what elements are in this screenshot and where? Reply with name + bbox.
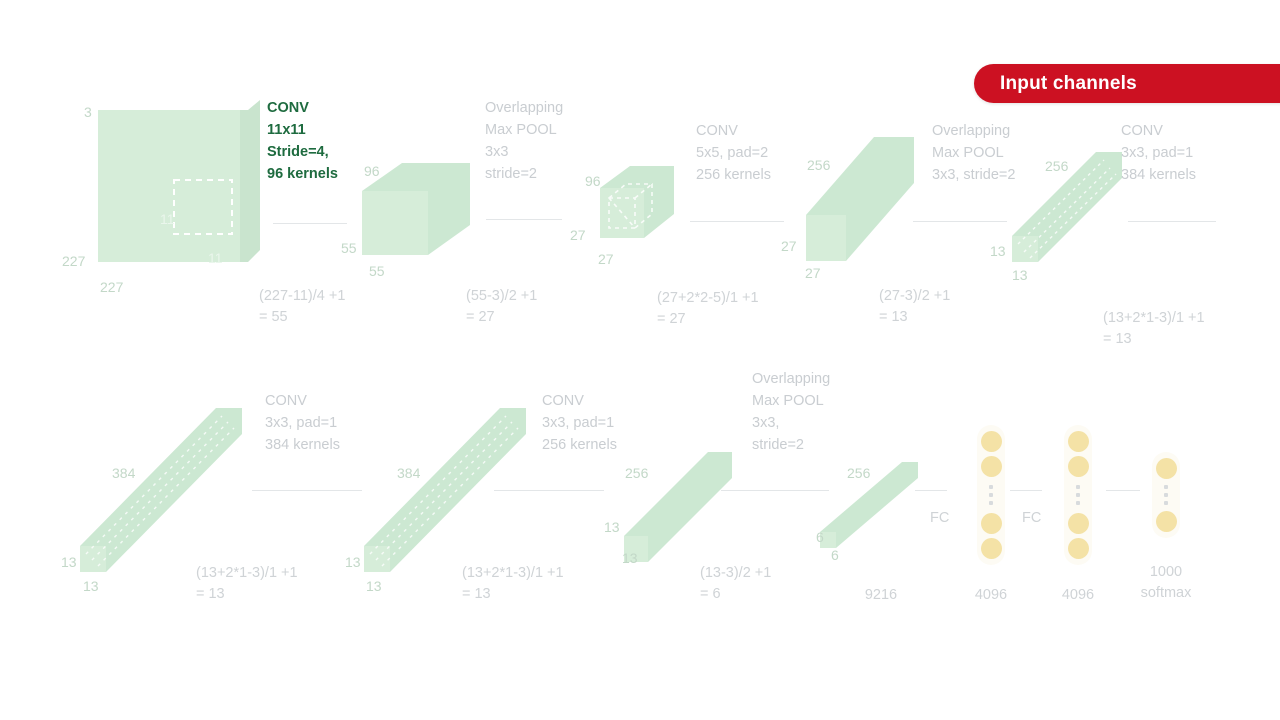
label-fc-4096-a: 4096 — [974, 587, 1008, 603]
dim-pool1-left: 27 — [570, 227, 586, 243]
dim-input-left: 227 — [62, 253, 86, 269]
fc-neuron-dot — [980, 538, 1002, 559]
fc-neuron-dot — [1067, 538, 1089, 559]
formula-conv1: (227-11)/4 +1 = 55 — [259, 288, 346, 325]
dim-conv5-depth: 256 — [625, 465, 649, 481]
op-conv1-label: CONV 11x11 Stride=4, 96 kernels — [267, 100, 338, 182]
label-fc-4096-b: 4096 — [1061, 587, 1095, 603]
dim-conv2-depth: 256 — [807, 157, 831, 173]
fc-neuron-dot — [1067, 513, 1089, 534]
formula-conv4: (13+2*1-3)/1 +1 = 13 — [196, 565, 298, 602]
op-maxpool2-label: Overlapping Max POOL 3x3, stride=2 — [932, 123, 1016, 183]
dim-pool1-depth: 96 — [585, 173, 601, 189]
fc-layer-1000-softmax[interactable] — [1152, 452, 1180, 538]
dim-conv3-left: 13 — [61, 554, 77, 570]
vertical-ellipsis-icon — [1076, 481, 1080, 509]
fc2-connector-label: FC — [1022, 510, 1042, 526]
dim-conv5-left: 13 — [604, 519, 620, 535]
formula-maxpool1: (55-3)/2 +1 = 27 — [466, 288, 538, 325]
dim-input-bottom: 227 — [100, 279, 124, 295]
dim-conv4-bottom: 13 — [366, 578, 382, 594]
dim-conv2-bottom: 27 — [805, 265, 821, 281]
dim-conv5-bottom: 13 — [622, 550, 638, 566]
dim-conv4-depth: 384 — [397, 465, 421, 481]
formula-maxpool3: (13-3)/2 +1 = 6 — [700, 565, 772, 602]
diagram-canvas: Input channels 3 227 227 11 11 CONV 11x1… — [0, 0, 1280, 720]
connector-8 — [721, 490, 829, 491]
connector-5 — [1128, 221, 1216, 222]
block-pool1-output — [600, 166, 674, 238]
block-conv4-output — [364, 408, 526, 572]
op-conv4-label: CONV 3x3, pad=1 384 kernels — [265, 393, 340, 453]
input-channels-banner[interactable]: Input channels — [974, 64, 1280, 103]
fc-layer-4096-b[interactable] — [1064, 425, 1092, 565]
dim-pool2-left: 13 — [990, 243, 1006, 259]
fc-neuron-dot — [980, 456, 1002, 477]
dim-input-depth: 3 — [84, 104, 92, 120]
formula-conv5: (13+2*1-3)/1 +1 = 13 — [462, 565, 564, 602]
fc-neuron-dot — [1155, 511, 1177, 532]
label-flatten-9216: 9216 — [864, 587, 898, 603]
vertical-ellipsis-icon — [1164, 481, 1168, 509]
dim-conv3-depth: 384 — [112, 465, 136, 481]
dim-conv3-bottom: 13 — [83, 578, 99, 594]
dim-conv1-left: 55 — [341, 240, 357, 256]
block-pool3-output — [820, 462, 918, 548]
dim-conv1-depth: 96 — [364, 163, 380, 179]
connector-fc3 — [1106, 490, 1140, 491]
connector-fc1 — [915, 490, 947, 491]
vertical-ellipsis-icon — [989, 481, 993, 509]
connector-3 — [690, 221, 784, 222]
fc-neuron-dot — [980, 431, 1002, 452]
op-conv5-label: CONV 3x3, pad=1 256 kernels — [542, 393, 617, 453]
connector-7 — [494, 490, 604, 491]
fc-layer-4096-a[interactable] — [977, 425, 1005, 565]
connector-fc2 — [1010, 490, 1042, 491]
connector-2 — [486, 219, 562, 220]
fc-neuron-dot — [1067, 431, 1089, 452]
dim-conv4-left: 13 — [345, 554, 361, 570]
connector-6 — [252, 490, 362, 491]
dim-pool2-depth: 256 — [1045, 158, 1069, 174]
dim-pool3-left: 6 — [816, 529, 824, 545]
dim-pool3-depth: 256 — [847, 465, 871, 481]
dim-conv2-left: 27 — [781, 238, 797, 254]
op-conv3-label: CONV 3x3, pad=1 384 kernels — [1121, 123, 1196, 183]
formula-maxpool2: (27-3)/2 +1 = 13 — [879, 288, 951, 325]
dim-conv1-bottom: 55 — [369, 263, 385, 279]
dim-pool3-bottom: 6 — [831, 547, 839, 563]
formula-conv2: (27+2*2-5)/1 +1 = 27 — [657, 290, 759, 327]
op-maxpool1-label: Overlapping Max POOL 3x3 stride=2 — [485, 100, 564, 182]
block-input-image — [98, 100, 260, 262]
op-maxpool3-label: Overlapping Max POOL 3x3, stride=2 — [752, 371, 831, 453]
dim-pool2-bottom: 13 — [1012, 267, 1028, 283]
block-conv3-output — [80, 408, 242, 572]
fc-neuron-dot — [980, 513, 1002, 534]
dim-kernel-bottom: 11 — [208, 250, 223, 266]
dim-kernel-left: 11 — [160, 211, 175, 227]
label-fc-1000-softmax: 1000 softmax — [1140, 564, 1192, 601]
fc1-connector-label: FC — [930, 510, 950, 526]
op-conv2-label: CONV 5x5, pad=2 256 kernels — [696, 123, 771, 183]
connector-4 — [913, 221, 1007, 222]
banner-label: Input channels — [1000, 72, 1137, 94]
dim-pool1-bottom: 27 — [598, 251, 614, 267]
fc-neuron-dot — [1067, 456, 1089, 477]
connector-1 — [273, 223, 347, 224]
fc-neuron-dot — [1155, 458, 1177, 479]
formula-conv3: (13+2*1-3)/1 +1 = 13 — [1103, 310, 1205, 347]
